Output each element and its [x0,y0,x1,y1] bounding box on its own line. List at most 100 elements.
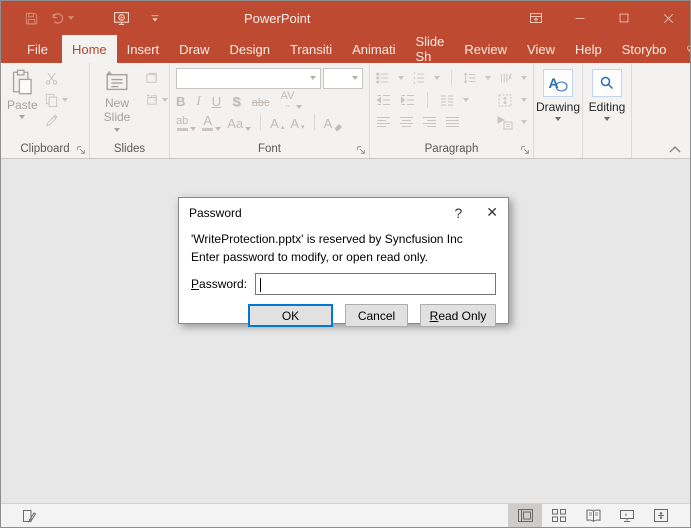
start-slideshow-icon[interactable] [101,1,141,35]
copy-icon [44,92,59,107]
format-painter-button[interactable] [44,113,68,128]
dialog-message-line2: Enter password to modify, or open read o… [191,248,496,266]
increase-font-size-button[interactable]: A▴ [270,113,284,131]
dialog-close-icon[interactable]: ✕ [486,204,498,221]
notes-pen-icon[interactable] [21,508,37,524]
ribbon-display-options-icon[interactable] [514,1,558,35]
character-spacing-button[interactable]: AV↔ [281,91,303,109]
increase-indent-icon[interactable] [400,93,416,107]
separator [260,114,261,130]
normal-view-button[interactable] [508,504,542,527]
drawing-button[interactable]: A Drawing [534,67,582,123]
customize-qat-icon[interactable] [141,1,169,35]
tab-animations[interactable]: Animati [342,35,405,63]
ok-button[interactable]: OK [248,304,333,327]
undo-button[interactable] [45,1,79,35]
slide-show-button[interactable] [610,504,644,527]
title-bar[interactable]: PowerPoint [1,1,690,35]
dialog-help-button[interactable]: ? [454,205,462,221]
fit-to-window-button[interactable] [644,504,678,527]
italic-button[interactable]: I [196,91,200,109]
copy-button[interactable] [44,92,68,107]
text-direction-icon[interactable] [499,71,513,85]
tab-slide-show[interactable]: Slide Sh [405,35,454,63]
smartart-dropdown-icon[interactable] [521,120,527,124]
maximize-icon[interactable] [602,1,646,35]
drawing-icon: A [543,69,573,97]
tab-help[interactable]: Help [565,35,612,63]
editing-button[interactable]: Editing [583,67,631,123]
line-spacing-dropdown-icon[interactable] [485,76,491,80]
tab-insert[interactable]: Insert [117,35,170,63]
text-direction-dropdown-icon[interactable] [521,76,527,80]
highlight-button[interactable]: ab [176,113,196,131]
cut-button[interactable] [44,71,68,86]
clear-formatting-button[interactable]: A [324,113,345,131]
fit-to-window-icon [653,508,669,523]
bold-button[interactable]: B [176,91,185,109]
align-center-icon[interactable] [399,116,414,129]
slide-sorter-button[interactable] [542,504,576,527]
dialog-title-bar[interactable]: Password ? ✕ [179,198,508,227]
convert-to-smartart-icon[interactable] [496,115,513,130]
close-icon[interactable] [646,1,690,35]
underline-button[interactable]: U [212,91,221,109]
save-icon[interactable] [17,1,45,35]
numbering-icon[interactable] [412,71,426,85]
clipboard-dialog-launcher-icon[interactable] [76,145,86,155]
tab-view[interactable]: View [517,35,565,63]
read-only-button[interactable]: Read Only [420,304,496,327]
tab-design[interactable]: Design [220,35,280,63]
align-text-dropdown-icon[interactable] [521,98,527,102]
bullets-dropdown-icon[interactable] [398,76,404,80]
undo-dropdown-icon[interactable] [68,16,74,20]
window-controls [514,1,690,35]
quick-access-toolbar [1,1,169,35]
copy-dropdown-icon [62,98,68,102]
collapse-ribbon-icon[interactable] [668,144,682,154]
tab-home[interactable]: Home [62,35,117,63]
align-text-icon[interactable] [497,93,513,108]
decrease-indent-icon[interactable] [376,93,392,107]
new-slide-button[interactable]: New Slide [90,67,144,134]
align-right-icon[interactable] [422,116,437,129]
minimize-icon[interactable] [558,1,602,35]
cancel-button[interactable]: Cancel [345,304,408,327]
font-dialog-launcher-icon[interactable] [356,145,366,155]
editing-group-spacer [583,140,631,158]
columns-icon[interactable] [439,93,455,107]
eraser-icon [334,121,344,131]
tab-draw[interactable]: Draw [169,35,219,63]
tab-transitions[interactable]: Transiti [280,35,342,63]
status-bar [1,503,690,527]
paste-icon [10,69,34,95]
paste-button[interactable]: Paste [1,67,44,128]
slide-sorter-icon [551,508,567,523]
tab-storyboarding[interactable]: Storybo [612,35,677,63]
bullets-icon[interactable] [376,71,390,85]
tell-me-box[interactable]: Tell me [677,35,691,63]
columns-dropdown-icon[interactable] [463,98,469,102]
password-label: Password: [191,277,247,291]
font-size-combobox[interactable] [323,68,363,89]
change-case-button[interactable]: Aa [227,113,251,131]
paragraph-dialog-launcher-icon[interactable] [520,145,530,155]
password-input[interactable] [255,273,496,295]
tab-review[interactable]: Review [454,35,517,63]
reset-slide-button[interactable] [144,92,168,107]
layout-button[interactable] [144,71,168,86]
drawing-shape-icon [555,80,568,93]
tab-file[interactable]: File [13,35,62,63]
line-spacing-icon[interactable] [463,71,477,85]
reading-view-button[interactable] [576,504,610,527]
paragraph-group-label: Paragraph [370,140,533,158]
justify-icon[interactable] [445,116,460,129]
change-case-dropdown-icon [245,127,251,131]
text-shadow-button[interactable]: S [232,91,241,109]
align-left-icon[interactable] [376,116,391,129]
numbering-dropdown-icon[interactable] [434,76,440,80]
decrease-font-size-button[interactable]: A▾ [290,113,304,131]
font-color-button[interactable]: A [202,113,221,131]
font-name-combobox[interactable] [176,68,321,89]
strikethrough-button[interactable]: abc [252,91,270,109]
